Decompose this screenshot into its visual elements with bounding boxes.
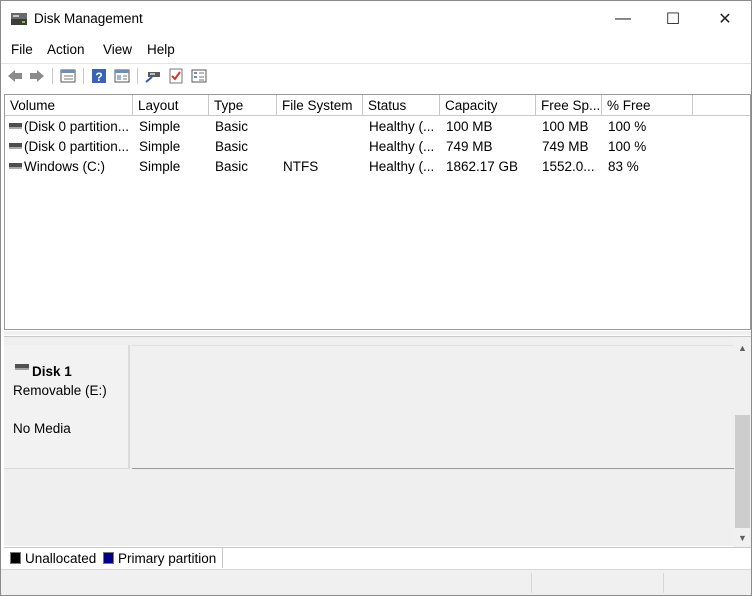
volume-icon <box>9 143 22 149</box>
toolbar-separator <box>137 68 138 84</box>
volume-list-pane[interactable]: Volume Layout Type File System Status Ca… <box>4 94 751 330</box>
toolbar-separator <box>52 68 53 84</box>
disk-management-window: Disk Management — ☐ ✕ File Action View H… <box>0 0 752 596</box>
volume-icon <box>9 123 22 129</box>
menu-help[interactable]: Help <box>147 42 175 57</box>
column-header-capacity[interactable]: Capacity <box>440 95 536 116</box>
column-header-file-system[interactable]: File System <box>277 95 363 116</box>
cell-layout: Simple <box>139 139 181 154</box>
cell-file-system: NTFS <box>283 159 319 174</box>
menu-file[interactable]: File <box>11 42 33 57</box>
status-bar <box>1 569 751 595</box>
column-header-percent-free[interactable]: % Free <box>602 95 693 116</box>
window-title: Disk Management <box>34 11 143 26</box>
scroll-up-button[interactable]: ▲ <box>734 339 751 356</box>
cell-free-space: 1552.0... <box>542 159 595 174</box>
minimize-button[interactable]: — <box>599 1 647 37</box>
cell-type: Basic <box>215 159 249 174</box>
legend-swatch-unallocated <box>10 552 21 564</box>
cell-capacity: 100 MB <box>446 119 493 134</box>
cell-free-space: 749 MB <box>542 139 589 154</box>
disk-graphical-pane: Disk 1 Removable (E:) No Media ▲ ▼ <box>4 336 751 547</box>
menu-action[interactable]: Action <box>47 42 85 57</box>
disk-partition-area[interactable] <box>132 345 734 469</box>
cell-percent-free: 83 % <box>608 159 639 174</box>
settings-list-icon[interactable] <box>191 68 207 84</box>
properties-icon[interactable] <box>114 68 130 84</box>
legend-label-primary: Primary partition <box>118 551 217 566</box>
legend-divider <box>222 548 223 568</box>
cell-type: Basic <box>215 139 249 154</box>
maximize-button[interactable]: ☐ <box>649 1 697 37</box>
disk-media-status: No Media <box>13 421 71 436</box>
cell-layout: Simple <box>139 159 181 174</box>
cell-free-space: 100 MB <box>542 119 589 134</box>
help-icon[interactable]: ? <box>91 68 107 84</box>
status-divider <box>531 573 532 593</box>
cell-status: Healthy (... <box>369 159 435 174</box>
column-header-filler <box>693 95 750 116</box>
toolbar-separator <box>83 68 84 84</box>
column-header-type[interactable]: Type <box>209 95 277 116</box>
cell-percent-free: 100 % <box>608 119 647 134</box>
close-button[interactable]: ✕ <box>701 1 749 37</box>
check-icon[interactable] <box>168 68 184 84</box>
column-header-volume[interactable]: Volume <box>5 95 133 116</box>
cell-status: Healthy (... <box>369 119 435 134</box>
removable-disk-icon <box>15 364 29 370</box>
cell-volume: (Disk 0 partition... <box>24 139 130 154</box>
toolbar: ? <box>1 63 751 87</box>
table-row[interactable]: (Disk 0 partition... Simple Basic Health… <box>5 137 750 157</box>
cell-capacity: 749 MB <box>446 139 493 154</box>
column-header-layout[interactable]: Layout <box>133 95 209 116</box>
svg-text:?: ? <box>95 70 102 84</box>
cell-type: Basic <box>215 119 249 134</box>
connect-icon[interactable] <box>145 68 161 84</box>
back-icon[interactable] <box>7 68 23 84</box>
cell-capacity: 1862.17 GB <box>446 159 519 174</box>
title-bar[interactable]: Disk Management — ☐ ✕ <box>1 1 751 37</box>
disk-type: Removable (E:) <box>13 383 107 398</box>
pane-splitter[interactable] <box>4 331 751 335</box>
vertical-scrollbar[interactable]: ▲ ▼ <box>734 337 751 547</box>
cell-status: Healthy (... <box>369 139 435 154</box>
cell-volume: Windows (C:) <box>24 159 106 174</box>
menu-view[interactable]: View <box>103 42 132 57</box>
disk-management-app-icon <box>11 13 27 25</box>
cell-layout: Simple <box>139 119 181 134</box>
forward-icon[interactable] <box>29 68 45 84</box>
table-row[interactable]: (Disk 0 partition... Simple Basic Health… <box>5 117 750 137</box>
disk-name: Disk 1 <box>32 364 72 379</box>
legend-bar: Unallocated Primary partition <box>4 547 751 568</box>
scroll-down-button[interactable]: ▼ <box>734 529 751 546</box>
scroll-thumb[interactable] <box>735 415 750 528</box>
volume-list-icon[interactable] <box>60 68 76 84</box>
cell-volume: (Disk 0 partition... <box>24 119 130 134</box>
legend-swatch-primary <box>103 552 114 564</box>
status-divider <box>663 573 664 593</box>
cell-percent-free: 100 % <box>608 139 647 154</box>
disk-label-box[interactable]: Disk 1 Removable (E:) No Media <box>4 345 130 469</box>
column-header-free-space[interactable]: Free Sp... <box>536 95 602 116</box>
column-header-status[interactable]: Status <box>363 95 440 116</box>
volume-icon <box>9 163 22 169</box>
menu-bar: File Action View Help <box>1 39 751 61</box>
legend-label-unallocated: Unallocated <box>25 551 97 566</box>
table-row[interactable]: Windows (C:) Simple Basic NTFS Healthy (… <box>5 157 750 177</box>
